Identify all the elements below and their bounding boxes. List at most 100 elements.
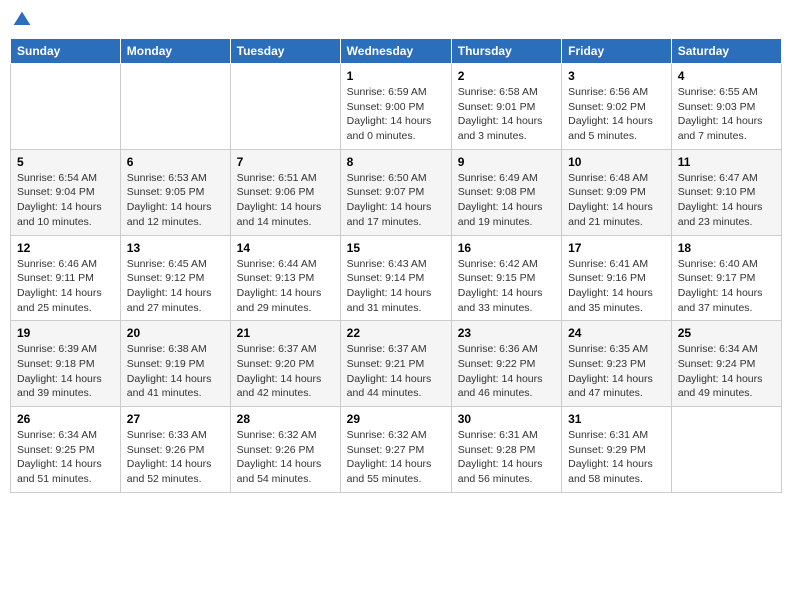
sunset-text: Sunset: 9:22 PM <box>458 358 536 370</box>
daylight-text: Daylight: 14 hours and 10 minutes. <box>17 201 102 228</box>
sunset-text: Sunset: 9:28 PM <box>458 444 536 456</box>
week-row-4: 26 Sunrise: 6:34 AM Sunset: 9:25 PM Dayl… <box>11 407 782 493</box>
sunrise-text: Sunrise: 6:37 AM <box>347 343 427 355</box>
day-number: 12 <box>17 241 114 255</box>
daylight-text: Daylight: 14 hours and 12 minutes. <box>127 201 212 228</box>
logo-icon <box>12 10 32 30</box>
daylight-text: Daylight: 14 hours and 21 minutes. <box>568 201 653 228</box>
day-number: 26 <box>17 412 114 426</box>
sunset-text: Sunset: 9:26 PM <box>127 444 205 456</box>
calendar-cell: 13 Sunrise: 6:45 AM Sunset: 9:12 PM Dayl… <box>120 235 230 321</box>
day-number: 17 <box>568 241 665 255</box>
calendar-cell: 28 Sunrise: 6:32 AM Sunset: 9:26 PM Dayl… <box>230 407 340 493</box>
calendar-cell: 7 Sunrise: 6:51 AM Sunset: 9:06 PM Dayli… <box>230 149 340 235</box>
daylight-text: Daylight: 14 hours and 0 minutes. <box>347 115 432 142</box>
daylight-text: Daylight: 14 hours and 56 minutes. <box>458 458 543 485</box>
day-number: 29 <box>347 412 445 426</box>
calendar-cell: 31 Sunrise: 6:31 AM Sunset: 9:29 PM Dayl… <box>562 407 672 493</box>
calendar-cell <box>230 64 340 150</box>
day-info: Sunrise: 6:33 AM Sunset: 9:26 PM Dayligh… <box>127 428 224 487</box>
day-info: Sunrise: 6:51 AM Sunset: 9:06 PM Dayligh… <box>237 171 334 230</box>
calendar-cell: 19 Sunrise: 6:39 AM Sunset: 9:18 PM Dayl… <box>11 321 121 407</box>
day-number: 4 <box>678 69 775 83</box>
daylight-text: Daylight: 14 hours and 17 minutes. <box>347 201 432 228</box>
weekday-header-thursday: Thursday <box>451 39 561 64</box>
sunrise-text: Sunrise: 6:37 AM <box>237 343 317 355</box>
day-number: 28 <box>237 412 334 426</box>
daylight-text: Daylight: 14 hours and 37 minutes. <box>678 287 763 314</box>
daylight-text: Daylight: 14 hours and 27 minutes. <box>127 287 212 314</box>
day-info: Sunrise: 6:53 AM Sunset: 9:05 PM Dayligh… <box>127 171 224 230</box>
calendar-cell: 17 Sunrise: 6:41 AM Sunset: 9:16 PM Dayl… <box>562 235 672 321</box>
sunrise-text: Sunrise: 6:49 AM <box>458 172 538 184</box>
calendar-cell: 26 Sunrise: 6:34 AM Sunset: 9:25 PM Dayl… <box>11 407 121 493</box>
sunrise-text: Sunrise: 6:44 AM <box>237 258 317 270</box>
sunrise-text: Sunrise: 6:34 AM <box>678 343 758 355</box>
day-info: Sunrise: 6:48 AM Sunset: 9:09 PM Dayligh… <box>568 171 665 230</box>
week-row-1: 5 Sunrise: 6:54 AM Sunset: 9:04 PM Dayli… <box>11 149 782 235</box>
daylight-text: Daylight: 14 hours and 46 minutes. <box>458 373 543 400</box>
daylight-text: Daylight: 14 hours and 23 minutes. <box>678 201 763 228</box>
day-number: 1 <box>347 69 445 83</box>
day-info: Sunrise: 6:39 AM Sunset: 9:18 PM Dayligh… <box>17 342 114 401</box>
calendar-cell: 9 Sunrise: 6:49 AM Sunset: 9:08 PM Dayli… <box>451 149 561 235</box>
weekday-header-wednesday: Wednesday <box>340 39 451 64</box>
calendar-cell: 24 Sunrise: 6:35 AM Sunset: 9:23 PM Dayl… <box>562 321 672 407</box>
calendar-cell: 27 Sunrise: 6:33 AM Sunset: 9:26 PM Dayl… <box>120 407 230 493</box>
week-row-2: 12 Sunrise: 6:46 AM Sunset: 9:11 PM Dayl… <box>11 235 782 321</box>
sunset-text: Sunset: 9:09 PM <box>568 186 646 198</box>
sunrise-text: Sunrise: 6:50 AM <box>347 172 427 184</box>
sunrise-text: Sunrise: 6:33 AM <box>127 429 207 441</box>
day-info: Sunrise: 6:34 AM Sunset: 9:25 PM Dayligh… <box>17 428 114 487</box>
sunset-text: Sunset: 9:02 PM <box>568 101 646 113</box>
calendar-cell: 29 Sunrise: 6:32 AM Sunset: 9:27 PM Dayl… <box>340 407 451 493</box>
sunset-text: Sunset: 9:06 PM <box>237 186 315 198</box>
daylight-text: Daylight: 14 hours and 52 minutes. <box>127 458 212 485</box>
week-row-3: 19 Sunrise: 6:39 AM Sunset: 9:18 PM Dayl… <box>11 321 782 407</box>
day-number: 22 <box>347 326 445 340</box>
calendar-cell: 30 Sunrise: 6:31 AM Sunset: 9:28 PM Dayl… <box>451 407 561 493</box>
sunrise-text: Sunrise: 6:51 AM <box>237 172 317 184</box>
calendar-cell: 23 Sunrise: 6:36 AM Sunset: 9:22 PM Dayl… <box>451 321 561 407</box>
day-info: Sunrise: 6:38 AM Sunset: 9:19 PM Dayligh… <box>127 342 224 401</box>
calendar-cell: 5 Sunrise: 6:54 AM Sunset: 9:04 PM Dayli… <box>11 149 121 235</box>
day-info: Sunrise: 6:32 AM Sunset: 9:26 PM Dayligh… <box>237 428 334 487</box>
sunrise-text: Sunrise: 6:58 AM <box>458 86 538 98</box>
day-info: Sunrise: 6:31 AM Sunset: 9:28 PM Dayligh… <box>458 428 555 487</box>
daylight-text: Daylight: 14 hours and 49 minutes. <box>678 373 763 400</box>
sunrise-text: Sunrise: 6:47 AM <box>678 172 758 184</box>
day-number: 2 <box>458 69 555 83</box>
day-info: Sunrise: 6:45 AM Sunset: 9:12 PM Dayligh… <box>127 257 224 316</box>
sunrise-text: Sunrise: 6:35 AM <box>568 343 648 355</box>
day-number: 30 <box>458 412 555 426</box>
sunset-text: Sunset: 9:16 PM <box>568 272 646 284</box>
daylight-text: Daylight: 14 hours and 54 minutes. <box>237 458 322 485</box>
day-number: 8 <box>347 155 445 169</box>
day-number: 10 <box>568 155 665 169</box>
daylight-text: Daylight: 14 hours and 44 minutes. <box>347 373 432 400</box>
day-number: 13 <box>127 241 224 255</box>
sunset-text: Sunset: 9:26 PM <box>237 444 315 456</box>
day-number: 3 <box>568 69 665 83</box>
calendar-cell: 18 Sunrise: 6:40 AM Sunset: 9:17 PM Dayl… <box>671 235 781 321</box>
day-number: 19 <box>17 326 114 340</box>
daylight-text: Daylight: 14 hours and 7 minutes. <box>678 115 763 142</box>
sunset-text: Sunset: 9:25 PM <box>17 444 95 456</box>
day-number: 27 <box>127 412 224 426</box>
sunrise-text: Sunrise: 6:31 AM <box>568 429 648 441</box>
sunset-text: Sunset: 9:23 PM <box>568 358 646 370</box>
daylight-text: Daylight: 14 hours and 39 minutes. <box>17 373 102 400</box>
sunset-text: Sunset: 9:10 PM <box>678 186 756 198</box>
day-number: 6 <box>127 155 224 169</box>
daylight-text: Daylight: 14 hours and 29 minutes. <box>237 287 322 314</box>
sunset-text: Sunset: 9:04 PM <box>17 186 95 198</box>
weekday-header-tuesday: Tuesday <box>230 39 340 64</box>
sunset-text: Sunset: 9:18 PM <box>17 358 95 370</box>
daylight-text: Daylight: 14 hours and 55 minutes. <box>347 458 432 485</box>
day-info: Sunrise: 6:46 AM Sunset: 9:11 PM Dayligh… <box>17 257 114 316</box>
day-number: 15 <box>347 241 445 255</box>
calendar-cell: 1 Sunrise: 6:59 AM Sunset: 9:00 PM Dayli… <box>340 64 451 150</box>
sunset-text: Sunset: 9:08 PM <box>458 186 536 198</box>
calendar-cell <box>120 64 230 150</box>
sunrise-text: Sunrise: 6:36 AM <box>458 343 538 355</box>
